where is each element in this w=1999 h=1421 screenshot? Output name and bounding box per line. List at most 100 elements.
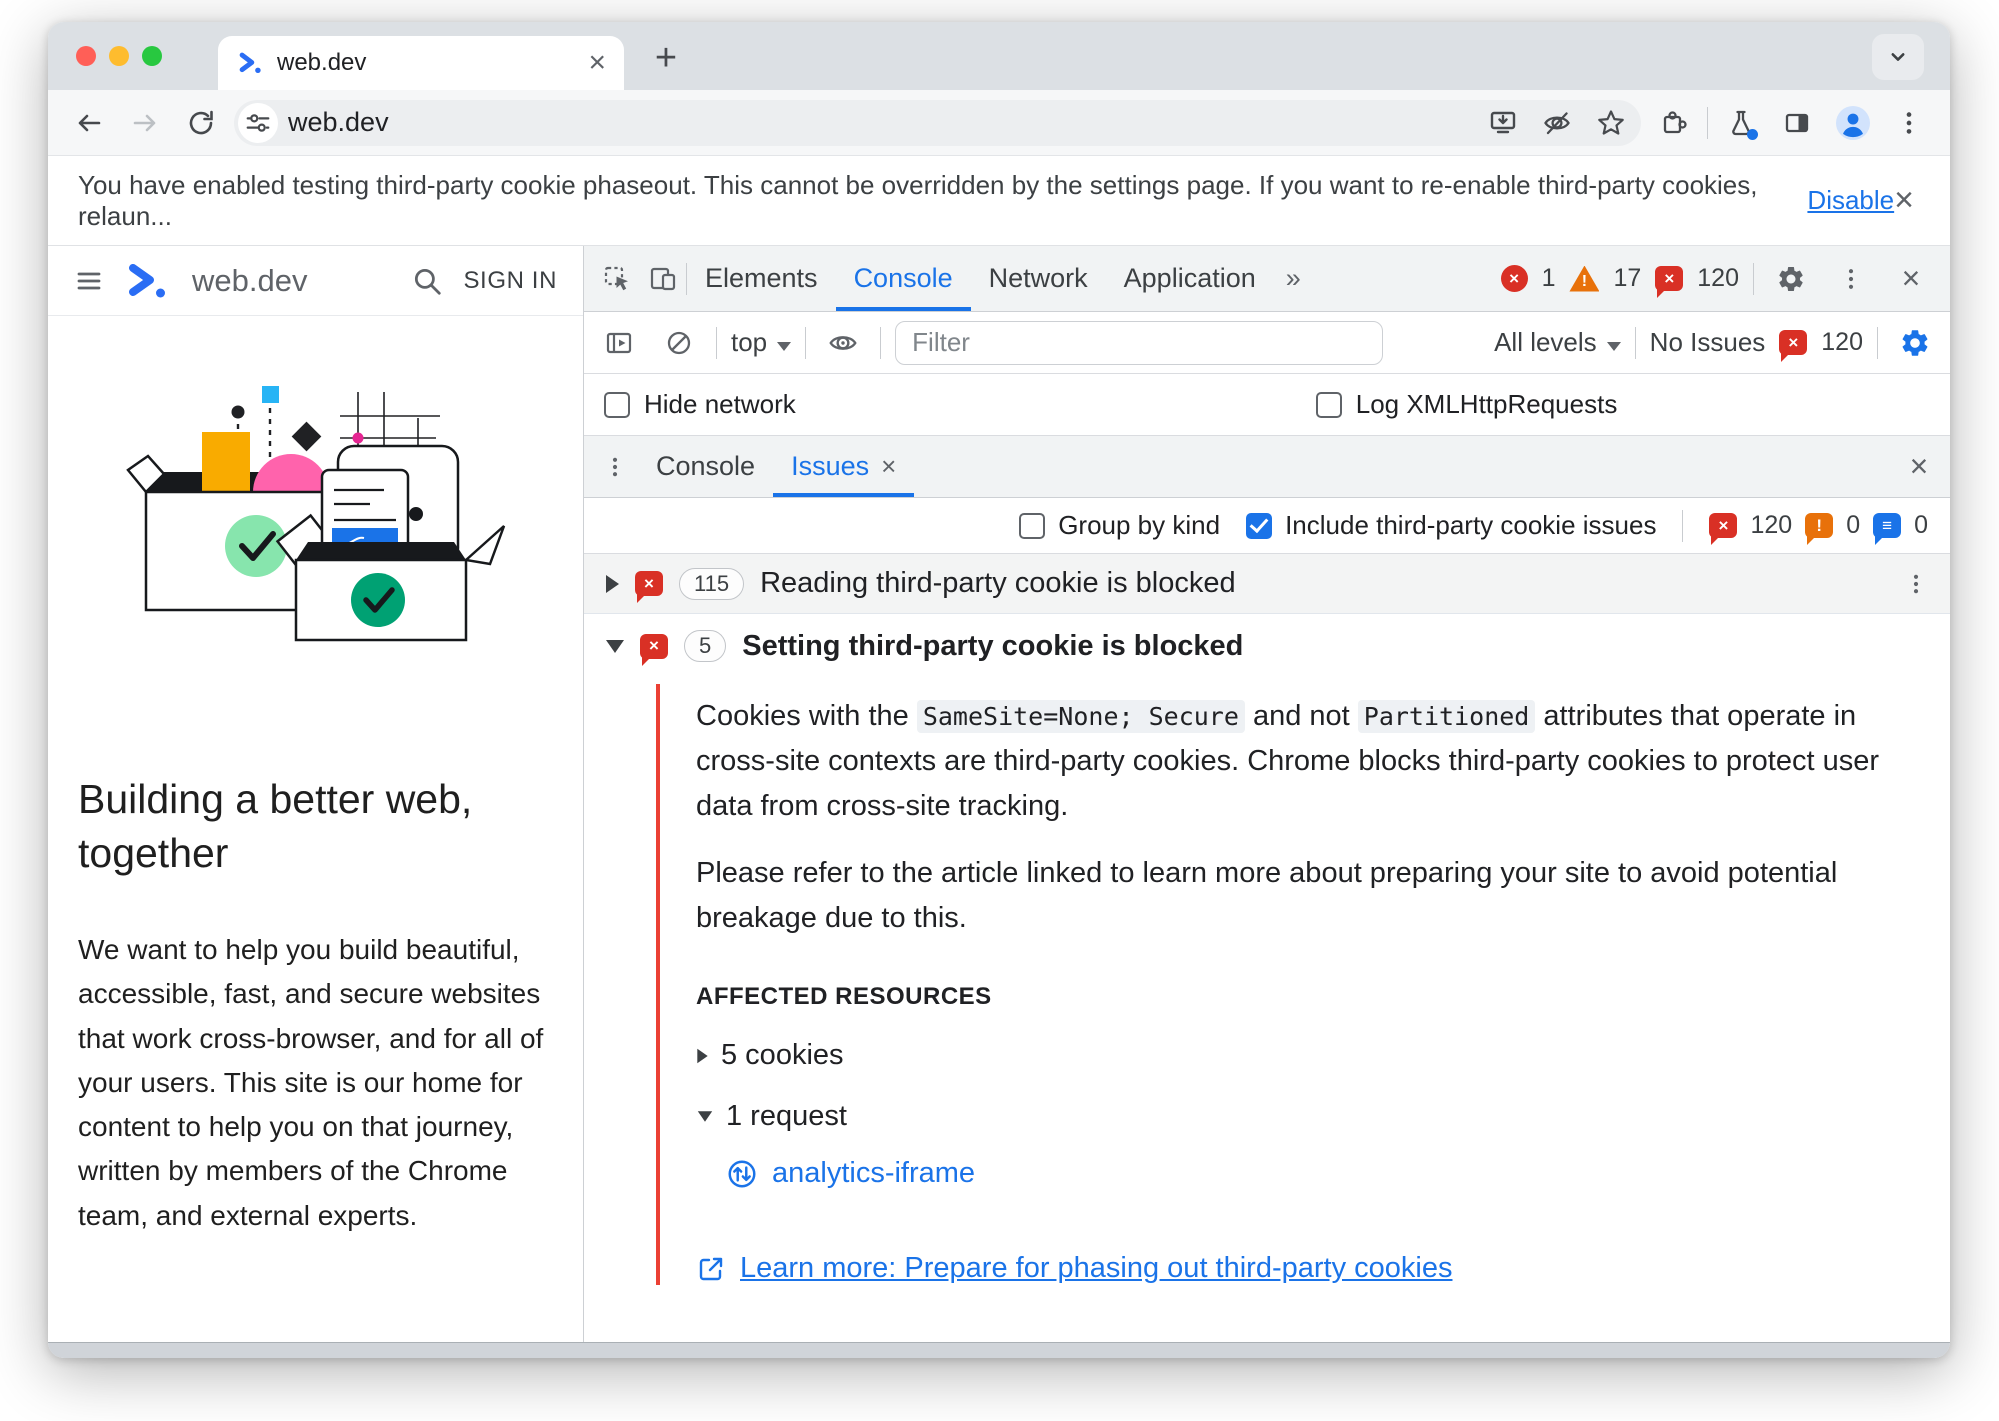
tab-console[interactable]: Console: [836, 246, 971, 311]
issues-list: × 115 Reading third-party cookie is bloc…: [584, 554, 1950, 1342]
issue-title[interactable]: Setting third-party cookie is blocked: [742, 630, 1243, 663]
window-controls: [76, 46, 162, 66]
console-sidebar-toggle[interactable]: [596, 320, 642, 366]
minimize-window-button[interactable]: [109, 46, 129, 66]
context-selector[interactable]: top: [731, 327, 792, 358]
reload-button[interactable]: [178, 100, 224, 146]
site-settings-icon[interactable]: [238, 102, 278, 143]
sign-in-button[interactable]: SIGN IN: [463, 267, 557, 295]
url-text[interactable]: web.dev: [288, 107, 1471, 138]
group-by-kind-control[interactable]: Group by kind: [1019, 510, 1220, 541]
include-third-party-label: Include third-party cookie issues: [1285, 510, 1657, 540]
log-xhr-checkbox[interactable]: [1315, 391, 1342, 418]
learn-more-text[interactable]: Learn more: Prepare for phasing out thir…: [740, 1252, 1452, 1285]
webdev-logo-icon[interactable]: [124, 263, 170, 299]
back-arrow-icon: [78, 114, 101, 131]
requests-toggle[interactable]: 1 request: [696, 1100, 1910, 1133]
issue-row-reading-cookie[interactable]: × 115 Reading third-party cookie is bloc…: [584, 554, 1950, 614]
no-issues-label[interactable]: No Issues: [1650, 327, 1766, 358]
expand-arrow-icon[interactable]: [606, 574, 619, 593]
include-third-party-control[interactable]: Include third-party cookie issues: [1246, 510, 1656, 541]
chevron-down-icon: [1606, 342, 1621, 351]
warning-count[interactable]: 17: [1613, 264, 1641, 293]
devtools-tab-bar: Elements Console Network Application » ×…: [584, 246, 1950, 312]
profile-avatar[interactable]: [1830, 100, 1876, 146]
page-title: Building a better web, together: [78, 776, 473, 877]
inspect-element-button[interactable]: [594, 256, 640, 302]
hide-network-label[interactable]: Hide network: [644, 389, 796, 420]
tab-close-icon[interactable]: ×: [588, 48, 606, 78]
tab-application[interactable]: Application: [1106, 246, 1274, 311]
tab-elements[interactable]: Elements: [687, 246, 836, 311]
kebab-menu-icon: [1913, 574, 1919, 593]
issue-row-setting-cookie[interactable]: × 5 Setting third-party cookie is blocke…: [584, 614, 1950, 678]
learn-more-link[interactable]: Learn more: Prepare for phasing out thir…: [696, 1252, 1910, 1285]
drawer-tab-console[interactable]: Console: [638, 436, 773, 497]
collapse-arrow-icon[interactable]: [606, 639, 624, 653]
group-by-kind-checkbox[interactable]: [1019, 512, 1046, 539]
log-level-selector[interactable]: All levels: [1494, 327, 1621, 358]
log-level-value: All levels: [1494, 327, 1597, 357]
more-tabs-button[interactable]: »: [1274, 263, 1311, 294]
forward-button[interactable]: [122, 100, 168, 146]
cookies-toggle[interactable]: 5 cookies: [696, 1039, 1910, 1072]
avatar-person-icon: [1836, 105, 1870, 140]
error-count-icon[interactable]: ×: [1500, 265, 1528, 292]
hamburger-menu-icon[interactable]: [74, 266, 104, 296]
request-resource-link[interactable]: analytics-iframe: [726, 1157, 1910, 1190]
affected-resources-header: AFFECTED RESOURCES: [696, 983, 992, 1010]
devtools-settings-button[interactable]: [1768, 256, 1814, 302]
issue-row-menu-button[interactable]: [1904, 572, 1928, 596]
devtools-close-button[interactable]: ×: [1888, 256, 1934, 302]
eye-blocked-icon[interactable]: [1535, 101, 1579, 145]
request-link-text[interactable]: analytics-iframe: [772, 1157, 975, 1190]
extensions-button[interactable]: [1651, 100, 1697, 146]
search-icon[interactable]: [411, 265, 443, 297]
back-button[interactable]: [66, 100, 112, 146]
zoom-window-button[interactable]: [142, 46, 162, 66]
issue-description: Cookies with the SameSite=None; Secure a…: [696, 694, 1910, 829]
clear-console-button[interactable]: [656, 320, 702, 366]
bookmark-star-icon[interactable]: [1589, 101, 1633, 145]
issue-error-badge-icon: ×: [640, 633, 668, 666]
kebab-menu-icon: [1906, 111, 1912, 134]
device-toolbar-button[interactable]: [640, 256, 686, 302]
install-app-icon[interactable]: [1481, 101, 1525, 145]
issue-detail: Cookies with the SameSite=None; Secure a…: [656, 684, 1950, 1285]
issue-title[interactable]: Reading third-party cookie is blocked: [760, 567, 1236, 600]
issues-count-icon[interactable]: ×: [1655, 266, 1684, 298]
experiments-flask-button[interactable]: [1718, 100, 1764, 146]
drawer-tab-issues[interactable]: Issues ×: [773, 436, 914, 497]
url-bar[interactable]: web.dev: [234, 99, 1641, 146]
toolbar-issues-count[interactable]: 120: [1821, 328, 1863, 357]
drawer-menu-button[interactable]: [592, 444, 638, 490]
browser-tab[interactable]: web.dev ×: [218, 36, 624, 90]
issue-count-pill: 115: [679, 567, 745, 600]
disable-link[interactable]: Disable: [1807, 185, 1894, 216]
collapse-arrow-icon: [697, 1111, 713, 1122]
console-settings-button[interactable]: [1892, 320, 1938, 366]
drawer-close-button[interactable]: ×: [1896, 444, 1942, 490]
tab-search-button[interactable]: [1872, 34, 1924, 80]
warning-count-icon[interactable]: !: [1569, 265, 1600, 292]
error-count[interactable]: 1: [1542, 264, 1556, 293]
notification-close-icon[interactable]: ×: [1894, 181, 1914, 220]
devtools-menu-button[interactable]: [1828, 256, 1874, 302]
tab-network[interactable]: Network: [971, 246, 1106, 311]
issues-count[interactable]: 120: [1697, 264, 1739, 293]
hide-network-checkbox[interactable]: [604, 391, 630, 418]
side-panel-button[interactable]: [1774, 100, 1820, 146]
code-samesite: SameSite=None; Secure: [916, 700, 1245, 733]
new-tab-button[interactable]: +: [644, 36, 688, 80]
close-issues-tab-icon[interactable]: ×: [881, 451, 896, 482]
issues-count-icon[interactable]: ×: [1779, 330, 1808, 362]
site-brand[interactable]: web.dev: [192, 263, 307, 299]
browser-menu-button[interactable]: [1886, 100, 1932, 146]
log-xhr-label[interactable]: Log XMLHttpRequests: [1356, 389, 1618, 420]
tab-strip: web.dev × +: [48, 22, 1950, 90]
close-window-button[interactable]: [76, 46, 96, 66]
console-toolbar: top All levels No Issues: [584, 312, 1950, 374]
include-third-party-checkbox[interactable]: [1246, 512, 1273, 539]
console-filter-input[interactable]: [895, 320, 1384, 365]
live-expression-eye-button[interactable]: [820, 320, 866, 366]
